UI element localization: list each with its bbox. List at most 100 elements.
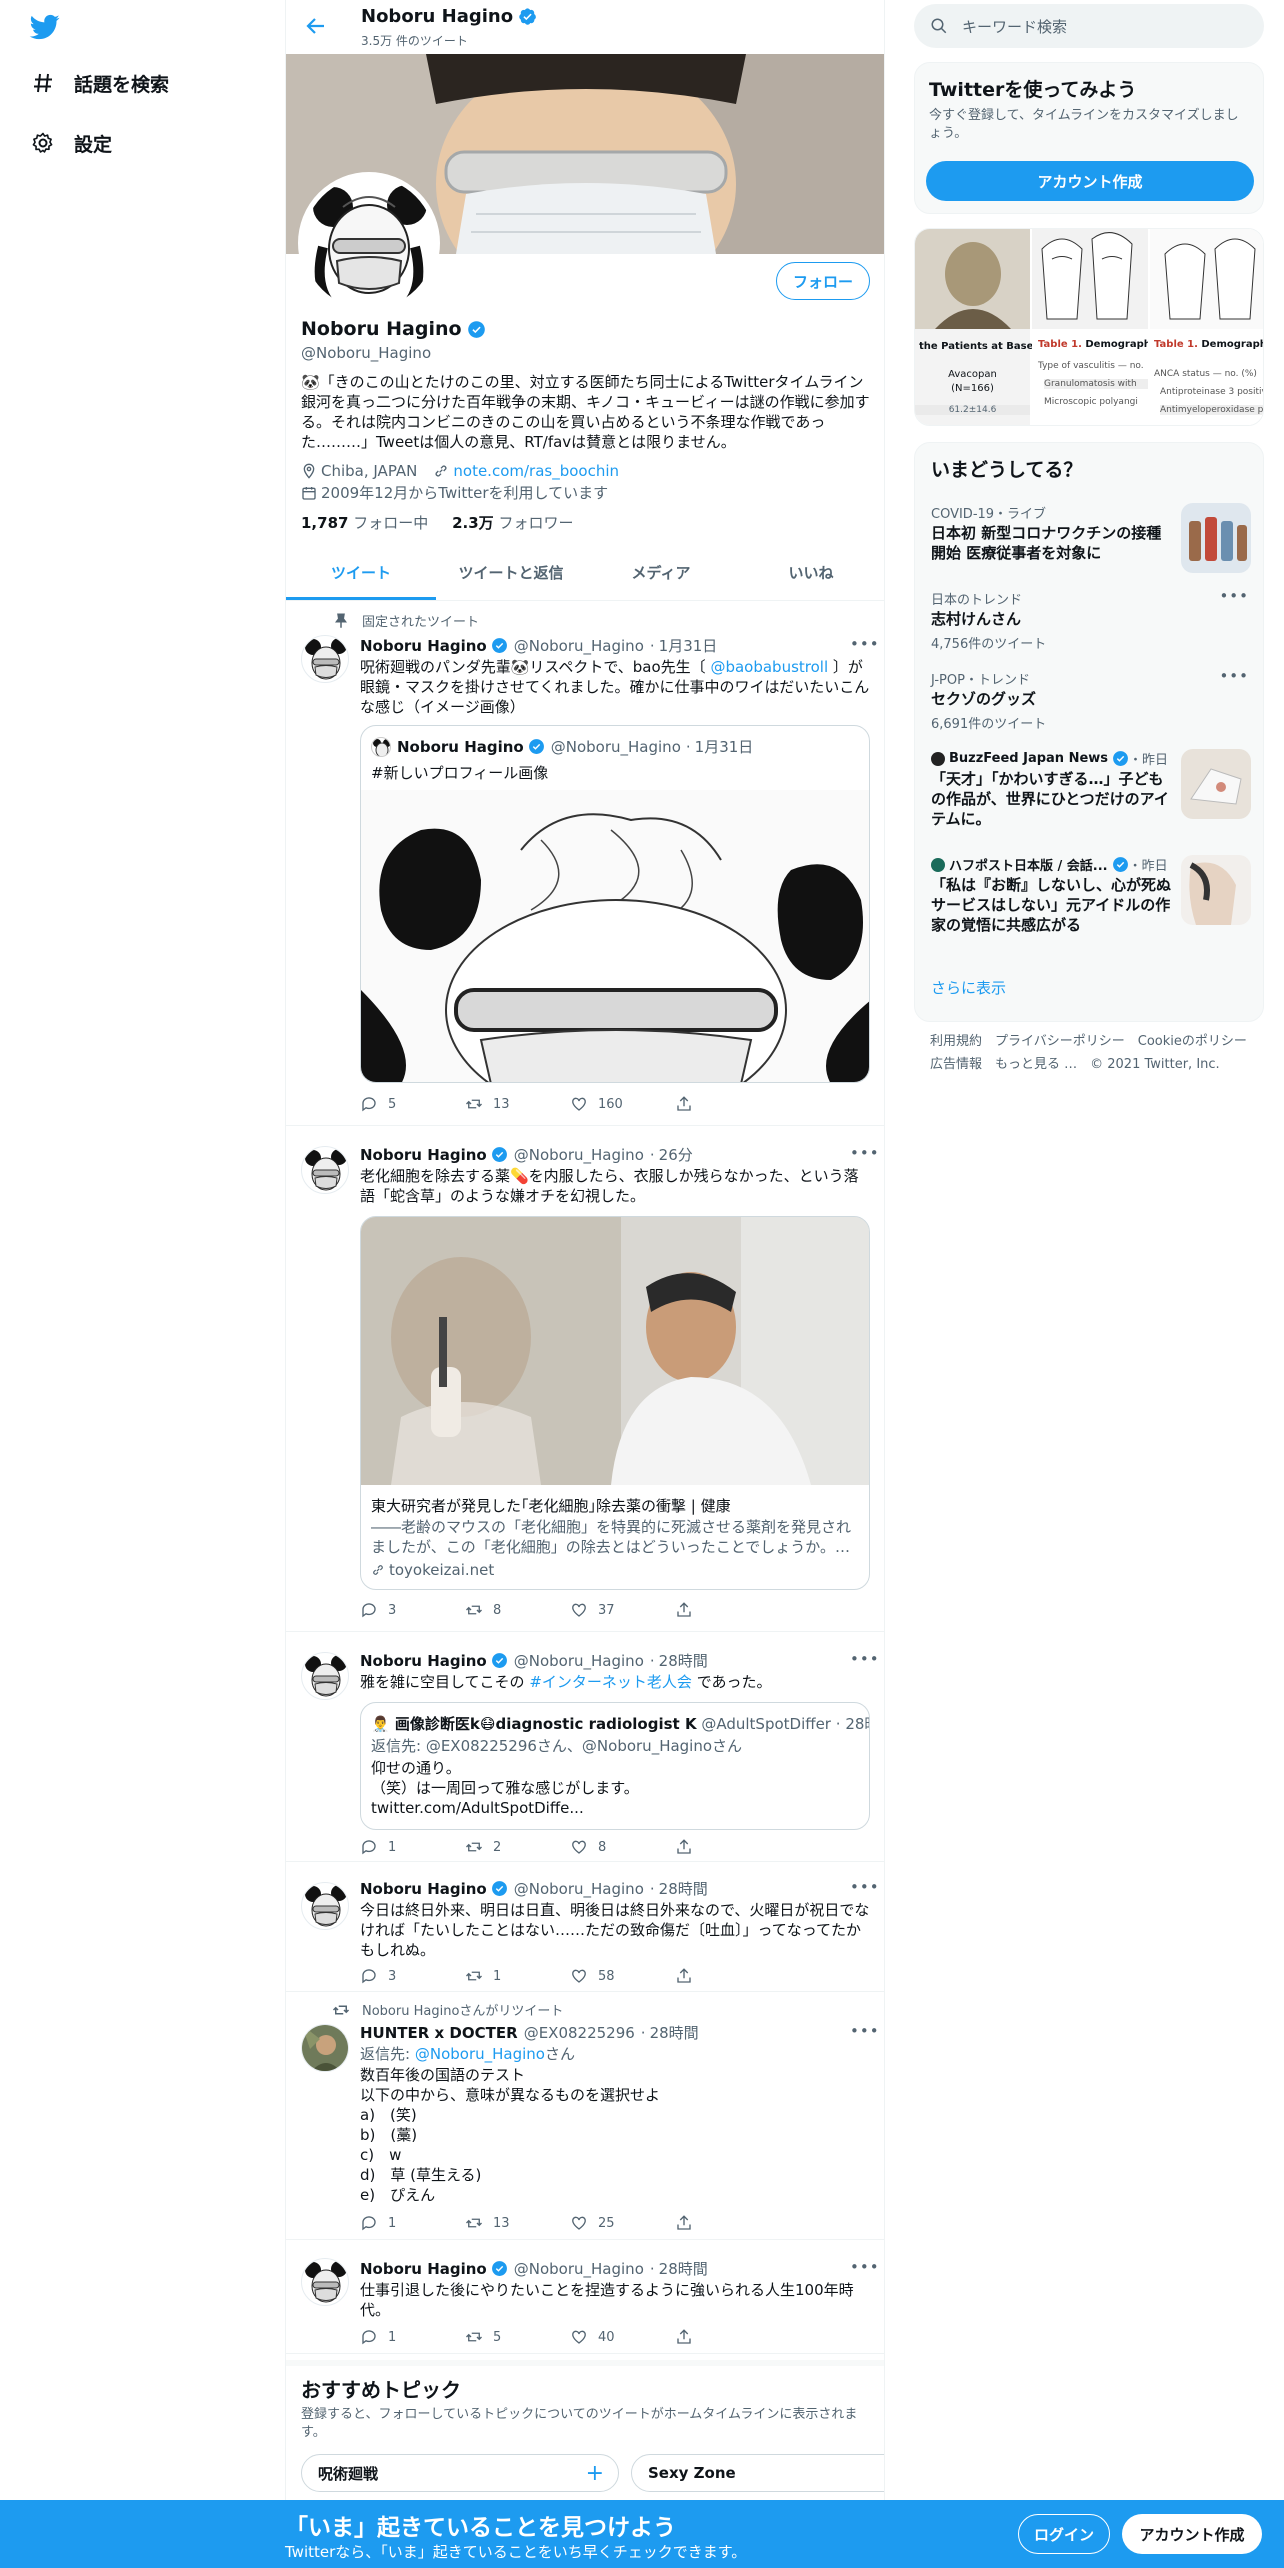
search-input[interactable]: キーワード検索: [914, 4, 1264, 48]
trend-item[interactable]: ハフポスト日本版 / 会話... ・昨日 「私は『お断』しないし、心が死ぬサービス…: [915, 847, 1263, 953]
avatar[interactable]: [301, 1146, 349, 1194]
trend-item[interactable]: COVID-19・ライブ 日本初 新型コロナワクチンの接種開始 医療従事者を対象…: [915, 495, 1263, 581]
reply-to-link[interactable]: @Noboru_Hagino: [415, 2045, 545, 2063]
footer-links[interactable]: 広告情報 もっと見る … © 2021 Twitter, Inc.: [930, 1053, 1220, 1072]
tweet-retweeted[interactable]: Noboru Haginoさんがリツイート HUNTER x DOCTER @E…: [286, 1992, 884, 2240]
reply-button[interactable]: 1: [360, 2214, 465, 2232]
followers-link[interactable]: 2.3万 フォロワー: [452, 514, 573, 532]
footer-links[interactable]: 利用規約 プライバシーポリシー Cookieのポリシー: [930, 1030, 1247, 1049]
share-button[interactable]: [675, 1601, 780, 1619]
trend-item[interactable]: BuzzFeed Japan News ・昨日 「天才」「かわいすぎる…」子どもの…: [915, 741, 1263, 847]
retweet-button[interactable]: 13: [465, 2214, 570, 2232]
media-thumb[interactable]: Table 1. Demographic an Type of vasculit…: [1032, 229, 1148, 425]
share-button[interactable]: [675, 2328, 780, 2346]
tweet-item[interactable]: Noboru Hagino @Noboru_Hagino · 28時間 ••• 仕事…: [286, 2240, 884, 2354]
retweet-button[interactable]: 2: [465, 1838, 570, 1856]
more-icon[interactable]: •••: [850, 1650, 879, 1670]
quoted-tweet[interactable]: 👨‍⚕️ 画像診断医k😷diagnostic radiologist K @Ad…: [360, 1702, 870, 1830]
avatar[interactable]: [301, 2258, 349, 2306]
topic-pill[interactable]: 呪術廻戦 +: [301, 2454, 619, 2492]
tab-tweets-and-replies[interactable]: ツイートと返信: [436, 545, 586, 600]
create-account-button[interactable]: アカウント作成: [926, 161, 1254, 201]
author-name[interactable]: Noboru Hagino: [360, 1146, 487, 1164]
tweet-time[interactable]: 1月31日: [659, 635, 718, 656]
trend-item[interactable]: J-POP・トレンド ••• セクゾのグッズ 6,691件のツイート: [915, 661, 1263, 741]
login-button[interactable]: ログイン: [1018, 2514, 1110, 2554]
back-arrow-icon[interactable]: [304, 14, 328, 38]
mention-link[interactable]: @baobabustroll: [710, 658, 828, 676]
media-thumb[interactable]: Table 1. Demographic and C ANCA status —…: [1150, 229, 1263, 425]
share-button[interactable]: [675, 1967, 780, 1985]
tweet-time[interactable]: 28時間: [659, 2258, 708, 2279]
more-icon[interactable]: •••: [1219, 587, 1249, 605]
reply-button[interactable]: 5: [360, 1095, 465, 1113]
follow-button[interactable]: フォロー: [776, 262, 870, 300]
reply-button[interactable]: 3: [360, 1601, 465, 1619]
author-name[interactable]: Noboru Hagino: [360, 2260, 487, 2278]
nav-explore[interactable]: 話題を検索: [28, 68, 169, 98]
signup-button[interactable]: アカウント作成: [1122, 2514, 1262, 2554]
author-name[interactable]: Noboru Hagino: [360, 1880, 487, 1898]
share-button[interactable]: [675, 1095, 780, 1113]
reply-button[interactable]: 1: [360, 1838, 465, 1856]
reply-button[interactable]: 1: [360, 2328, 465, 2346]
show-more-link[interactable]: さらに表示: [931, 977, 1006, 998]
media-gallery[interactable]: the Patients at Baseline.* Avacopan (N=1…: [914, 228, 1264, 426]
like-button[interactable]: 25: [570, 2214, 675, 2232]
share-button[interactable]: [675, 1838, 780, 1856]
tweet-header: Noboru Hagino @Noboru_Hagino · 28時間: [360, 2258, 708, 2279]
like-button[interactable]: 58: [570, 1967, 675, 1985]
retweet-button[interactable]: 13: [465, 1095, 570, 1113]
trend-item[interactable]: 日本のトレンド ••• 志村けんさん 4,756件のツイート: [915, 581, 1263, 661]
tweet-pinned[interactable]: 固定されたツイート Noboru Hagino @Noboru_Hagino · 1…: [286, 601, 884, 1126]
like-button[interactable]: 37: [570, 1601, 675, 1619]
more-icon[interactable]: •••: [850, 2022, 879, 2042]
avatar[interactable]: [301, 635, 349, 683]
share-icon: [677, 2215, 691, 2230]
tab-tweets[interactable]: ツイート: [286, 545, 436, 600]
tweet-time[interactable]: 28時間: [659, 1878, 708, 1899]
heart-icon: [572, 1840, 586, 1854]
topic-pill[interactable]: Sexy Zone: [631, 2454, 884, 2492]
like-button[interactable]: 160: [570, 1095, 675, 1113]
tab-likes[interactable]: いいね: [736, 545, 884, 600]
retweet-button[interactable]: 8: [465, 1601, 570, 1619]
avatar[interactable]: [301, 2024, 349, 2072]
more-icon[interactable]: •••: [1219, 667, 1249, 685]
quoted-tweet[interactable]: Noboru Hagino @Noboru_Hagino · 1月31日 #新しいプ…: [360, 725, 870, 1083]
tweet-actions: 5 13 160: [360, 1095, 780, 1113]
hashtag-link[interactable]: #インターネット老人会: [529, 1673, 692, 1691]
tab-media[interactable]: メディア: [586, 545, 736, 600]
tweet-item[interactable]: Noboru Hagino @Noboru_Hagino · 28時間 ••• 雅を…: [286, 1632, 884, 1862]
like-button[interactable]: 40: [570, 2328, 675, 2346]
tweet-time[interactable]: 28時間: [650, 2022, 699, 2043]
retweet-button[interactable]: 5: [465, 2328, 570, 2346]
avatar[interactable]: [301, 1882, 349, 1930]
like-button[interactable]: 8: [570, 1838, 675, 1856]
twitter-logo-icon[interactable]: [28, 12, 62, 42]
following-link[interactable]: 1,787 フォロー中: [301, 514, 428, 532]
share-button[interactable]: [675, 2214, 780, 2232]
tweet-item[interactable]: Noboru Hagino @Noboru_Hagino · 26分 ••• 老化細…: [286, 1126, 884, 1632]
media-thumb[interactable]: the Patients at Baseline.* Avacopan (N=1…: [915, 229, 1063, 425]
profile-link[interactable]: note.com/ras_boochin: [453, 462, 619, 480]
tweet-time[interactable]: 26分: [659, 1144, 693, 1165]
trend-title: 志村けんさん: [931, 610, 1022, 628]
nav-settings[interactable]: 設定: [28, 128, 112, 158]
quoted-image[interactable]: [361, 790, 869, 1082]
profile-avatar[interactable]: [298, 172, 440, 314]
link-card[interactable]: 東大研究者が発見した｢老化細胞｣除去薬の衝撃 | 健康 ――老齢のマウスの「老化…: [360, 1216, 870, 1590]
more-icon[interactable]: •••: [850, 635, 879, 655]
author-name[interactable]: Noboru Hagino: [360, 637, 487, 655]
author-name[interactable]: HUNTER x DOCTER: [360, 2024, 518, 2042]
author-name[interactable]: Noboru Hagino: [360, 1652, 487, 1670]
retweet-button[interactable]: 1: [465, 1967, 570, 1985]
tweet-time[interactable]: 28時間: [659, 1650, 708, 1671]
plus-icon[interactable]: +: [586, 2461, 604, 2486]
more-icon[interactable]: •••: [850, 1878, 879, 1898]
reply-button[interactable]: 3: [360, 1967, 465, 1985]
more-icon[interactable]: •••: [850, 2258, 879, 2278]
tweet-item[interactable]: Noboru Hagino @Noboru_Hagino · 28時間 ••• 今日…: [286, 1862, 884, 1992]
more-icon[interactable]: •••: [850, 1144, 879, 1164]
avatar[interactable]: [301, 1652, 349, 1700]
